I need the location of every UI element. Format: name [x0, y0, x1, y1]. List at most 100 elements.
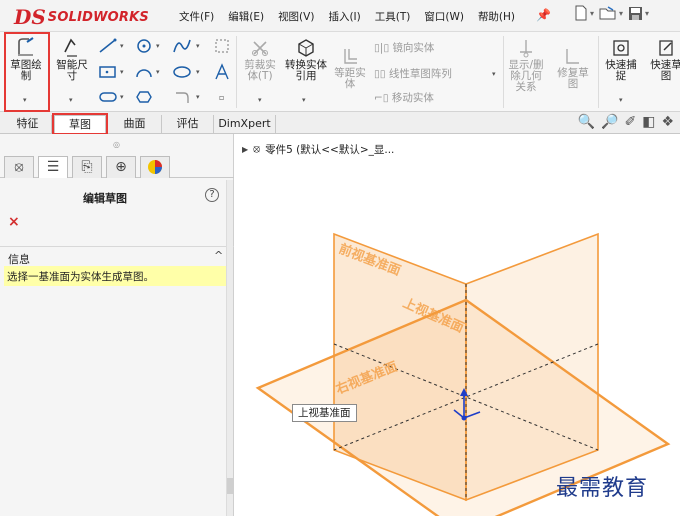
line-tool-icon[interactable] — [98, 38, 118, 54]
open-folder-icon[interactable] — [599, 5, 617, 21]
offset-entities-label: 等距实体 — [334, 67, 366, 90]
zoom-to-area-icon[interactable]: 🔎 — [601, 114, 618, 130]
property-manager-tab-icon[interactable]: ☰ — [38, 156, 68, 178]
ds-logo-mark: DS — [14, 5, 46, 29]
smart-dimension-dropdown-icon[interactable]: ▾ — [69, 96, 73, 104]
offset-icon — [344, 49, 357, 64]
fillet-tool-icon[interactable] — [174, 90, 192, 104]
construction-geometry-icon[interactable] — [214, 38, 230, 54]
line-dropdown-icon[interactable]: ▾ — [120, 42, 124, 50]
trim-icon — [252, 41, 268, 56]
menu-edit[interactable]: 编辑(E) — [221, 9, 271, 24]
sketch-tab-highlight-box — [52, 113, 108, 135]
origin-point[interactable] — [461, 415, 467, 421]
convert-dropdown-icon[interactable]: ▾ — [302, 96, 306, 104]
slot-dropdown-icon[interactable]: ▾ — [120, 93, 124, 101]
help-icon[interactable]: ? — [205, 188, 219, 202]
property-manager-title: 编辑草图 — [83, 192, 127, 205]
quick-snaps-icon — [613, 40, 629, 56]
tab-dimxpert[interactable]: DimXpert — [214, 115, 276, 134]
menu-bar: 文件(F) 编辑(E) 视图(V) 插入(I) 工具(T) 窗口(W) 帮助(H… — [172, 9, 522, 24]
ellipse-dropdown-icon[interactable]: ▾ — [196, 68, 200, 76]
panel-scrollbar[interactable] — [226, 180, 233, 516]
graphics-area[interactable]: 前视基准面 上视基准面 右视基准面 ▶ ⦻ 零件5 (默认<<默认>_显... … — [234, 134, 680, 516]
repair-sketch-label: 修复草图 — [557, 67, 589, 90]
menu-view[interactable]: 视图(V) — [271, 9, 321, 24]
arc-tool-icon[interactable] — [135, 64, 153, 80]
rapid-sketch-button[interactable]: 快速草图 — [646, 38, 680, 82]
menu-insert[interactable]: 插入(I) — [321, 9, 367, 24]
solidworks-logo[interactable]: DS SOLIDWORKS — [14, 5, 149, 29]
pattern-dropdown-icon[interactable]: ▾ — [492, 70, 496, 78]
ellipse-tool-icon[interactable] — [172, 64, 192, 80]
part-icon: ⦻ — [253, 143, 261, 155]
menu-window[interactable]: 窗口(W) — [417, 9, 471, 24]
trim-entities-button[interactable]: 剪裁实体(T) — [240, 38, 280, 82]
configuration-manager-tab-icon[interactable]: ⎘ — [72, 156, 102, 178]
rectangle-tool-icon[interactable] — [98, 64, 118, 80]
fillet-dropdown-icon[interactable]: ▾ — [196, 93, 200, 101]
move-entities-button[interactable]: ⌐▯ 移动实体 — [374, 90, 434, 105]
repair-sketch-button[interactable]: 修复草图 — [553, 46, 593, 90]
move-entities-label: 移动实体 — [391, 92, 434, 104]
offset-entities-button[interactable]: 等距实体 — [330, 46, 370, 90]
expand-arrow-icon[interactable]: ▶ — [242, 145, 248, 154]
ribbon-separator — [503, 36, 504, 108]
menu-help[interactable]: 帮助(H) — [471, 9, 522, 24]
menu-file[interactable]: 文件(F) — [172, 9, 221, 24]
move-icon: ⌐▯ — [374, 92, 392, 104]
open-dropdown-icon[interactable]: ▾ — [619, 9, 623, 18]
menu-tools[interactable]: 工具(T) — [368, 9, 418, 24]
sketch-highlight-box — [4, 32, 50, 112]
linear-pattern-label: 线性草图阵列 — [388, 68, 452, 80]
ribbon-separator — [236, 36, 237, 108]
linear-pattern-icon: ▯▯ — [374, 68, 389, 80]
heads-up-view-toolbar: 🔍 🔎 ✐ ◧ ❖ — [578, 114, 674, 130]
convert-entities-label: 转换实体引用 — [285, 59, 327, 82]
spline-dropdown-icon[interactable]: ▾ — [196, 42, 200, 50]
view-orientation-icon[interactable]: ❖ — [661, 114, 674, 130]
smart-dimension-icon — [64, 38, 77, 57]
circle-tool-icon[interactable] — [135, 38, 153, 54]
mirror-icon: ▯|▯ — [374, 42, 393, 54]
dimxpert-manager-tab-icon[interactable]: ⊕ — [106, 156, 136, 178]
text-tool-icon[interactable] — [214, 63, 230, 81]
message-group-header[interactable]: 信息 ^ — [0, 246, 234, 266]
arc-dropdown-icon[interactable]: ▾ — [156, 68, 160, 76]
ribbon-separator — [598, 36, 599, 108]
cancel-button[interactable]: × — [8, 214, 20, 230]
featuremanager-flyout[interactable]: ▶ ⦻ 零件5 (默认<<默认>_显... — [242, 142, 394, 157]
polygon-tool-icon[interactable] — [135, 90, 153, 104]
pin-menu-icon[interactable]: 📌 — [536, 8, 551, 22]
linear-pattern-button[interactable]: ▯▯ 线性草图阵列 — [374, 66, 452, 81]
panel-splitter-handle[interactable]: ◎ — [113, 140, 120, 149]
scrollbar-thumb[interactable] — [227, 478, 233, 494]
smart-dimension-button[interactable]: 智能尺寸 — [52, 36, 92, 82]
feature-manager-tab-icon[interactable]: ⦻ — [4, 156, 34, 178]
display-manager-tab-icon[interactable] — [140, 156, 170, 178]
slot-tool-icon[interactable] — [98, 90, 118, 104]
rapid-sketch-label: 快速草图 — [650, 59, 680, 82]
previous-view-icon[interactable]: ✐ — [624, 114, 636, 130]
tab-surfaces[interactable]: 曲面 — [108, 115, 162, 134]
new-document-icon[interactable] — [574, 5, 588, 21]
convert-entities-button[interactable]: 转换实体引用 — [283, 38, 329, 82]
circle-dropdown-icon[interactable]: ▾ — [156, 42, 160, 50]
quick-snaps-button[interactable]: 快速捕捉 — [601, 38, 641, 82]
title-bar: DS SOLIDWORKS 文件(F) 编辑(E) 视图(V) 插入(I) 工具… — [0, 0, 680, 32]
rectangle-dropdown-icon[interactable]: ▾ — [120, 68, 124, 76]
quick-snaps-dropdown-icon[interactable]: ▾ — [619, 96, 623, 104]
save-icon[interactable] — [628, 6, 643, 21]
section-view-icon[interactable]: ◧ — [642, 114, 655, 130]
display-delete-relations-button[interactable]: 显示/删除几何关系 — [506, 38, 546, 93]
tab-evaluate[interactable]: 评估 — [162, 115, 214, 134]
collapse-chevron-icon[interactable]: ^ — [214, 249, 223, 262]
new-dropdown-icon[interactable]: ▾ — [590, 9, 594, 18]
save-dropdown-icon[interactable]: ▾ — [645, 9, 649, 18]
trim-dropdown-icon[interactable]: ▾ — [258, 96, 262, 104]
spline-tool-icon[interactable] — [172, 38, 192, 54]
mirror-entities-button[interactable]: ▯|▯ 镜向实体 — [374, 40, 434, 55]
zoom-to-fit-icon[interactable]: 🔍 — [578, 114, 595, 130]
tab-features[interactable]: 特征 — [4, 115, 52, 134]
point-tool-icon[interactable]: ▫ — [219, 93, 224, 102]
